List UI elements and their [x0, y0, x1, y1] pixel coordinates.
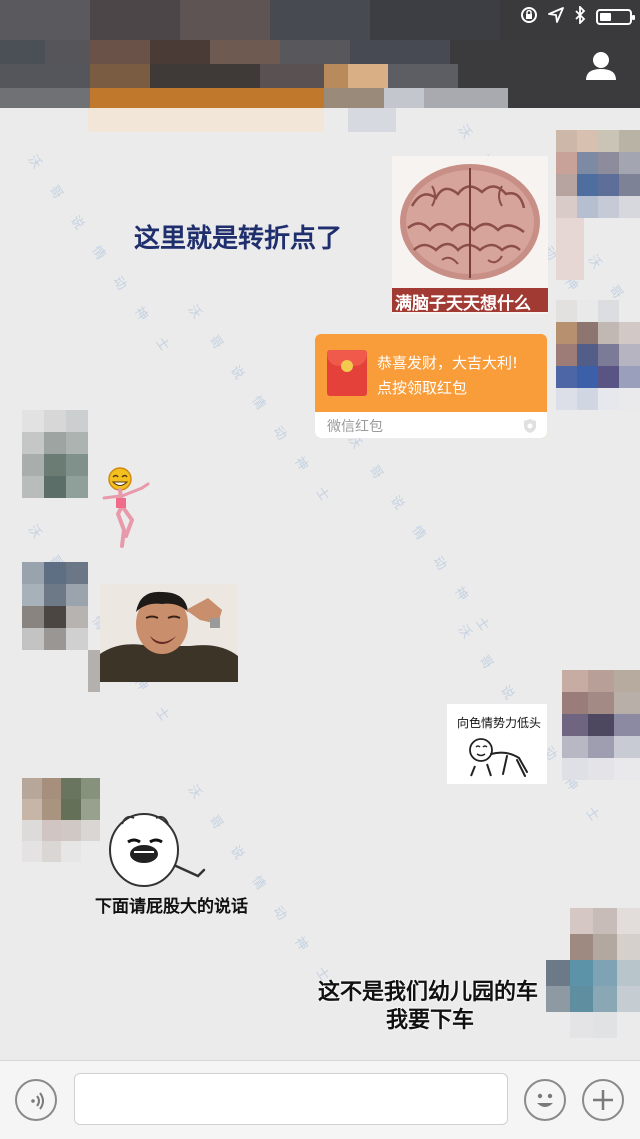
pixelated-block: [556, 218, 584, 280]
chat-header: [0, 0, 640, 108]
red-packet-title: 恭喜发财，大吉大利!: [377, 354, 519, 372]
person-icon[interactable]: [584, 50, 618, 82]
input-bar: [0, 1060, 640, 1139]
avatar[interactable]: [546, 908, 640, 1038]
location-arrow-icon: [548, 7, 564, 27]
dancing-emoji-sticker[interactable]: [98, 466, 152, 550]
pixelated-block: [88, 650, 100, 692]
not-my-car-line2: 我要下车: [386, 1008, 475, 1033]
turning-point-text: 这里就是转折点了: [134, 224, 343, 254]
pixelated-block: [348, 108, 396, 132]
bow-sticker-text: 向色情势力低头: [457, 716, 542, 730]
voice-button[interactable]: [15, 1079, 57, 1121]
avatar[interactable]: [22, 562, 88, 650]
bluetooth-icon: [574, 4, 586, 28]
red-packet[interactable]: 恭喜发财，大吉大利! 点按领取红包 微信红包: [315, 334, 547, 438]
avatar[interactable]: [556, 300, 640, 410]
emoji-button[interactable]: [524, 1079, 566, 1121]
plus-icon: [593, 1090, 613, 1110]
battery-icon: [596, 9, 635, 25]
message-input[interactable]: [74, 1073, 508, 1125]
brain-caption: 满脑子天天想什么: [395, 294, 531, 314]
brain-illustration: [400, 164, 540, 280]
emoji-icon: [537, 1093, 553, 1107]
crying-man-sticker[interactable]: [100, 584, 238, 682]
status-bar: [520, 4, 635, 28]
voice-icon: [31, 1092, 44, 1110]
bow-down-sticker[interactable]: 向色情势力低头: [447, 704, 547, 784]
avatar[interactable]: [562, 670, 640, 780]
orientation-lock-icon: [520, 6, 538, 28]
red-packet-footer: 微信红包: [327, 419, 383, 435]
avatar[interactable]: [22, 778, 100, 862]
shield-icon: [523, 418, 537, 434]
butt-sticker-text: 下面请屁股大的说话: [95, 897, 248, 917]
red-packet-subtitle: 点按领取红包: [377, 379, 468, 397]
bear-head-sticker[interactable]: [100, 806, 210, 890]
brain-sticker[interactable]: 满脑子天天想什么: [392, 156, 548, 314]
avatar[interactable]: [22, 410, 88, 498]
add-button[interactable]: [582, 1079, 624, 1121]
red-envelope-icon: [327, 350, 367, 396]
avatar[interactable]: [556, 130, 640, 218]
pixelated-name-strip: [88, 108, 324, 132]
